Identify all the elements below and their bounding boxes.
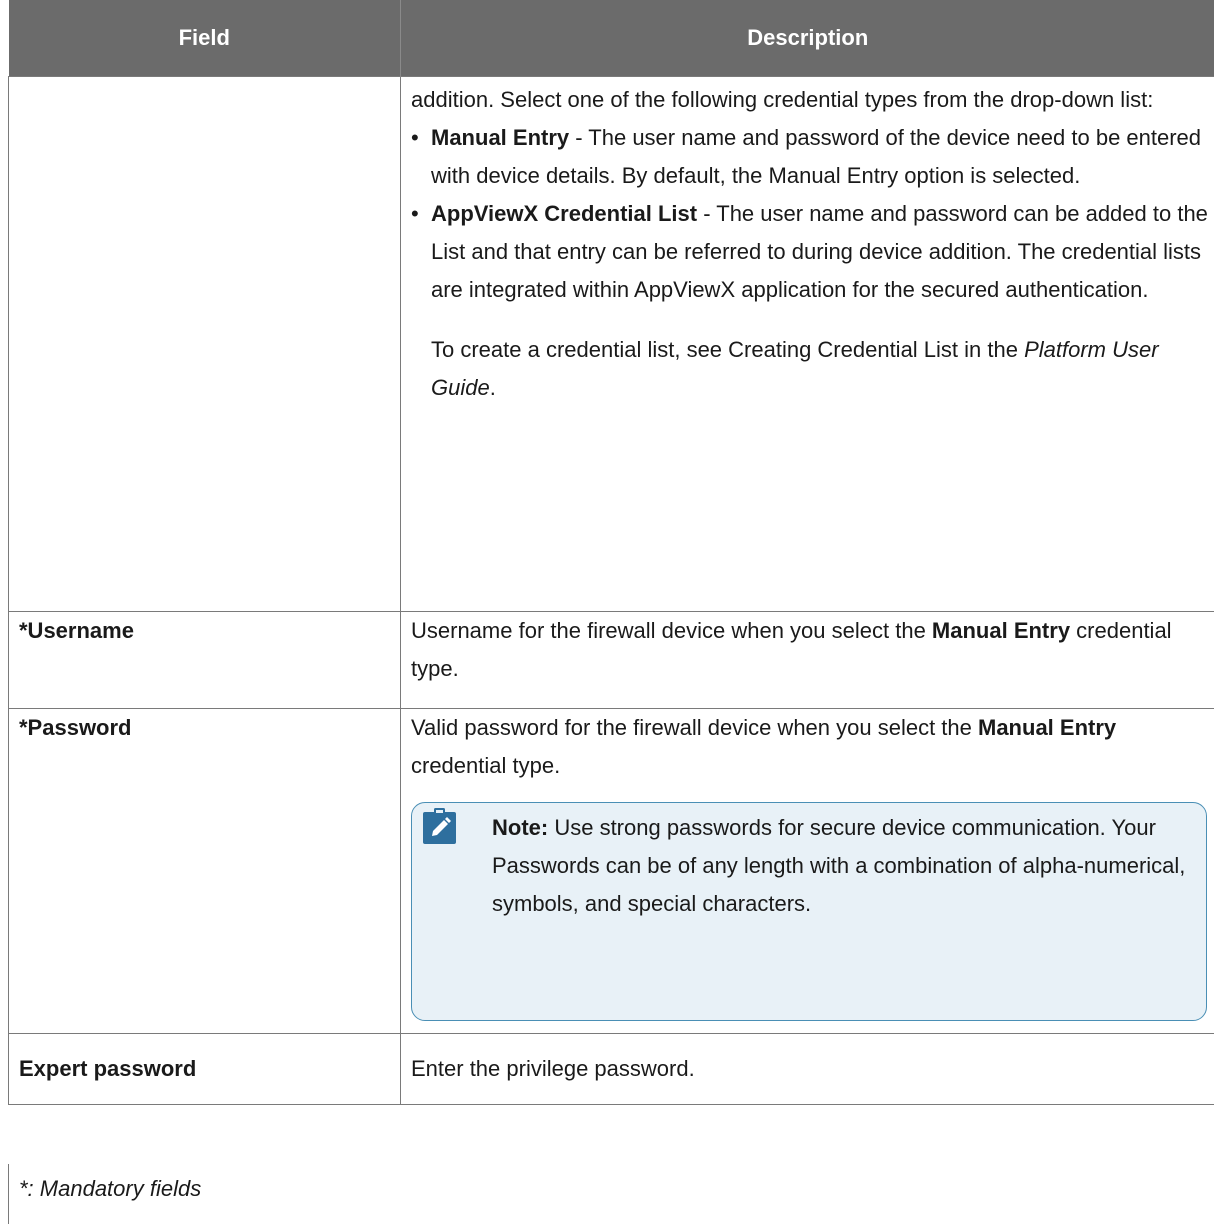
field-cell-password: *Password bbox=[8, 708, 401, 1034]
table-row-password: *Password Valid password for the firewal… bbox=[8, 708, 1214, 1034]
username-desc-before: Username for the firewall device when yo… bbox=[411, 618, 932, 643]
mandatory-fields-note: *: Mandatory fields bbox=[8, 1164, 1214, 1224]
table-row-expert-password: Expert password Enter the privilege pass… bbox=[8, 1033, 1214, 1105]
field-cell-expert-password: Expert password bbox=[8, 1033, 401, 1105]
credential-list-reference: To create a credential list, see Creatin… bbox=[431, 331, 1214, 407]
field-cell-username: *Username bbox=[8, 611, 401, 709]
password-description: Valid password for the firewall device w… bbox=[411, 709, 1214, 785]
reference-text: To create a credential list, see Creatin… bbox=[431, 337, 1025, 362]
credential-type-list: • Manual Entry - The user name and passwo… bbox=[411, 119, 1214, 309]
bullet-term-credential-list: AppViewX Credential List bbox=[431, 201, 698, 226]
password-desc-after: credential type. bbox=[411, 753, 561, 778]
reference-end: . bbox=[489, 375, 496, 400]
list-item-manual-entry: • Manual Entry - The user name and passwo… bbox=[411, 119, 1214, 195]
note-text: Use strong passwords for secure device c… bbox=[492, 815, 1186, 916]
list-item-credential-list: • AppViewX Credential List - The user nam… bbox=[411, 195, 1214, 309]
header-field: Field bbox=[8, 0, 401, 77]
username-desc-bold: Manual Entry bbox=[931, 618, 1071, 643]
header-description: Description bbox=[400, 0, 1214, 77]
password-desc-bold: Manual Entry bbox=[978, 715, 1117, 740]
description-cell-credential-type: addition. Select one of the following cr… bbox=[400, 76, 1214, 612]
table-row-username: *Username Username for the firewall devi… bbox=[8, 611, 1214, 709]
description-cell-expert-password: Enter the privilege password. bbox=[400, 1033, 1214, 1105]
description-cell-password: Valid password for the firewall device w… bbox=[400, 708, 1214, 1034]
bullet-icon: • bbox=[411, 201, 419, 226]
table-header-row: Field Description bbox=[8, 0, 1214, 77]
table-row-credential-type: addition. Select one of the following cr… bbox=[8, 76, 1214, 612]
bullet-term-manual-entry: Manual Entry bbox=[431, 125, 570, 150]
pencil-icon bbox=[423, 808, 456, 844]
note-label: Note: bbox=[492, 815, 549, 840]
bullet-icon: • bbox=[411, 125, 419, 150]
credential-type-intro: addition. Select one of the following cr… bbox=[411, 87, 1154, 112]
field-cell-credential-type bbox=[8, 76, 401, 612]
note-callout: Note: Use strong passwords for secure de… bbox=[411, 802, 1207, 1021]
password-desc-before: Valid password for the firewall device w… bbox=[411, 715, 978, 740]
field-description-table: Field Description addition. Select one o… bbox=[8, 0, 1214, 1105]
description-cell-username: Username for the firewall device when yo… bbox=[400, 611, 1214, 709]
